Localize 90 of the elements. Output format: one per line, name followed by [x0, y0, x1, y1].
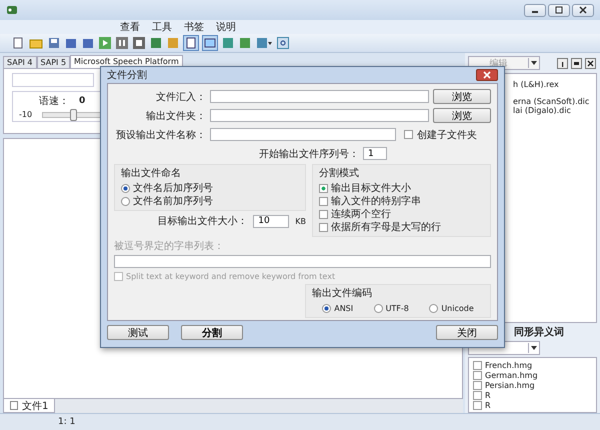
close-button[interactable]: [572, 4, 594, 16]
checkbox-label: 输入文件的特别字串: [331, 194, 421, 208]
radio-button[interactable]: [121, 196, 130, 206]
unit-label: KB: [295, 216, 306, 226]
save-icon[interactable]: [48, 37, 60, 49]
checkbox[interactable]: [473, 370, 482, 380]
field-label: 输出文件夹：: [145, 110, 206, 122]
voice-field[interactable]: [12, 73, 94, 87]
voice-tab[interactable]: SAPI 4: [3, 56, 37, 68]
dictionary-item[interactable]: erna (ScanSoft).dic: [513, 97, 596, 106]
browse-button[interactable]: 浏览: [433, 108, 491, 123]
input-field[interactable]: [210, 109, 430, 122]
close-icon: [483, 71, 491, 79]
group-title: 分割模式: [319, 166, 360, 180]
radio-label: UTF-8: [386, 304, 409, 312]
radio-label: ANSI: [334, 304, 354, 312]
menu-item[interactable]: 说明: [216, 20, 236, 34]
checkbox-label: Split text at keyword and remove keyword from text: [126, 272, 336, 280]
checkbox[interactable]: [319, 222, 328, 232]
dialog-button[interactable]: 关闭: [436, 324, 498, 340]
radio-button[interactable]: [121, 184, 130, 192]
rate-min-label: -10: [19, 110, 32, 119]
radio-label: Unicode: [441, 304, 474, 312]
radio-button[interactable]: [429, 304, 438, 312]
homograph-item[interactable]: Persian.hmg: [485, 380, 535, 390]
checkbox[interactable]: [319, 210, 328, 218]
dialog-button[interactable]: 测试: [107, 324, 169, 340]
info-icon[interactable]: [557, 58, 568, 68]
close-button[interactable]: [476, 69, 498, 81]
dialog-button[interactable]: 分割: [181, 324, 243, 340]
document-icon: [10, 401, 18, 410]
close-icon: [579, 6, 587, 14]
minimize-button[interactable]: [524, 4, 546, 16]
cursor-position: 1: 1: [58, 417, 76, 427]
help-icon[interactable]: [277, 37, 289, 49]
rate-label: 语速：: [39, 94, 69, 108]
checkbox[interactable]: [319, 184, 328, 192]
menu-item[interactable]: 书签: [184, 20, 204, 34]
browse-button[interactable]: 浏览: [433, 89, 491, 104]
checkbox-label: 输出目标文件大小: [331, 182, 411, 195]
homograph-item[interactable]: French.hmg: [485, 360, 532, 370]
maximize-icon: [555, 6, 563, 14]
dictionary-item[interactable]: lai (Digalo).dic: [513, 106, 596, 115]
checkbox[interactable]: [473, 390, 482, 400]
field-label: 目标输出文件大小：: [157, 214, 248, 228]
field-label: 文件汇入：: [155, 90, 206, 104]
play-icon[interactable]: [99, 37, 111, 49]
checkbox-label: 连续两个空行: [331, 208, 391, 221]
dictionary-item[interactable]: h (L&H).rex: [513, 80, 596, 89]
rate-value: 0: [79, 96, 86, 106]
checkbox-label: 创建子文件夹: [417, 128, 477, 142]
panel-title: 同形异义词: [514, 325, 564, 340]
input-field[interactable]: [210, 128, 396, 141]
checkbox[interactable]: [473, 380, 482, 390]
radio-label: 文件名前加序列号: [133, 194, 213, 208]
menu-item[interactable]: 工具: [152, 20, 172, 34]
group-title: 输出文件命名: [121, 166, 182, 180]
document-tab[interactable]: 文件1: [3, 399, 56, 413]
menu-item[interactable]: 查看: [120, 20, 140, 34]
document-icon[interactable]: [203, 36, 217, 50]
new-document-icon[interactable]: [12, 37, 24, 49]
radio-button[interactable]: [322, 304, 332, 312]
checkbox[interactable]: [473, 360, 482, 370]
folder-icon[interactable]: [29, 37, 43, 49]
group-title: 输出文件编码: [312, 286, 373, 300]
voice-tab[interactable]: SAPI 5: [36, 56, 70, 68]
caret-icon: [531, 61, 537, 65]
input-field[interactable]: 1: [363, 147, 387, 160]
pause-icon[interactable]: [116, 37, 128, 49]
document-icon[interactable]: [184, 36, 198, 50]
homograph-item[interactable]: R: [485, 390, 491, 400]
checkbox-label: 依据所有字母是大写的行: [331, 220, 441, 234]
checkbox[interactable]: [319, 196, 328, 206]
checkbox[interactable]: [473, 400, 482, 410]
maximize-button[interactable]: [548, 4, 570, 16]
homograph-item[interactable]: R: [485, 400, 491, 410]
input-field[interactable]: [210, 90, 430, 103]
radio-button[interactable]: [374, 304, 383, 312]
checkbox[interactable]: [404, 130, 413, 139]
field-label: 被逗号界定的字串列表：: [114, 240, 225, 253]
app-icon: [6, 4, 18, 16]
caret-icon: [531, 346, 537, 350]
field-label: 预设输出文件名称：: [115, 128, 206, 142]
close-icon[interactable]: [585, 58, 596, 68]
input-field[interactable]: 10: [253, 214, 290, 228]
stop-icon[interactable]: [133, 37, 145, 49]
homograph-item[interactable]: German.hmg: [485, 370, 538, 380]
field-label: 开始输出文件序列号：: [259, 148, 359, 160]
dialog-title: 文件分割: [107, 68, 147, 82]
radio-label: 文件名后加序列号: [133, 182, 213, 195]
